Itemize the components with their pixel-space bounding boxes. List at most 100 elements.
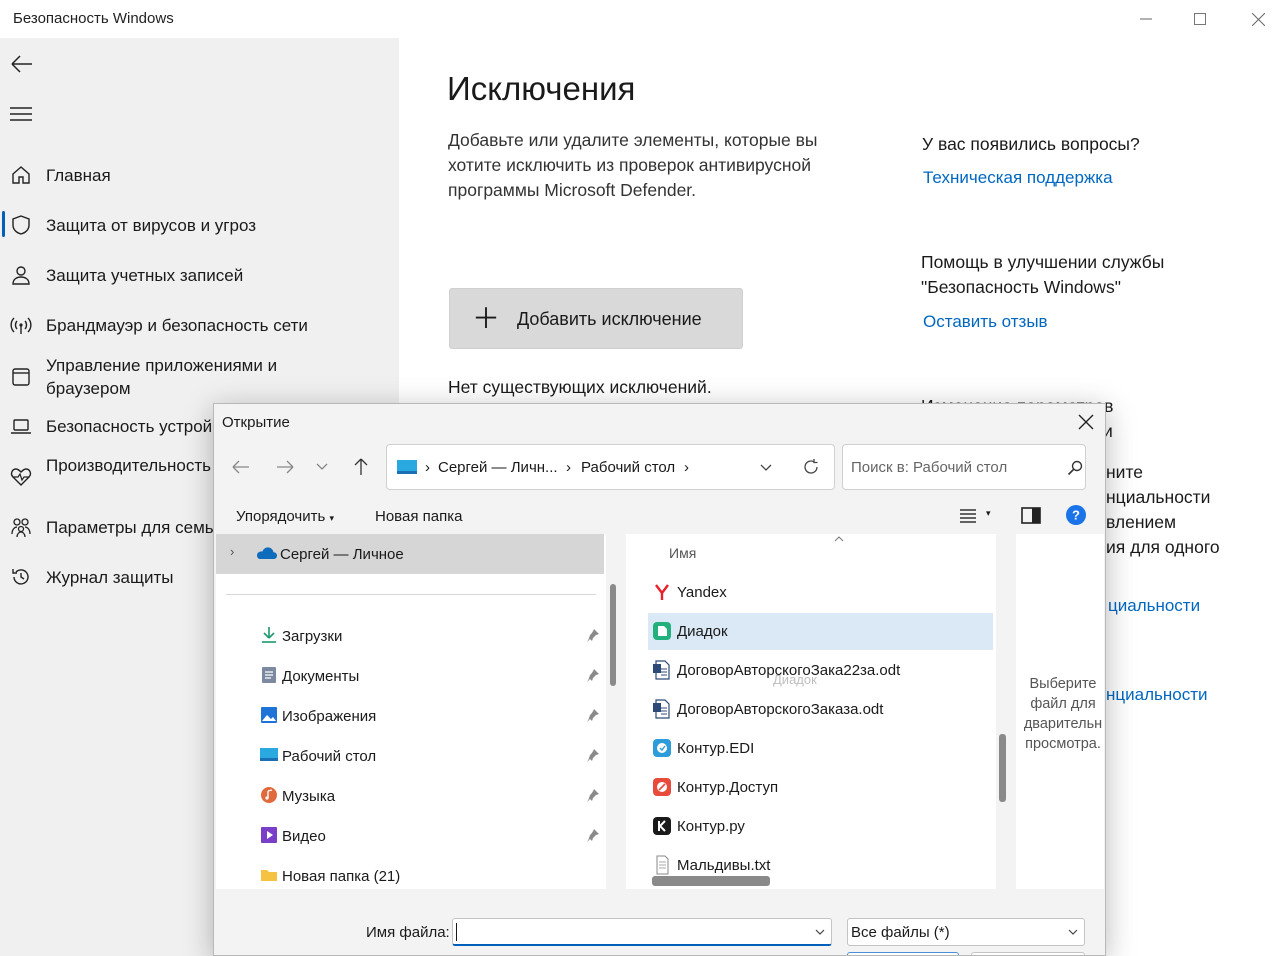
sidebar-item-app-browser-control[interactable]: Управление приложениями и браузером <box>0 352 399 404</box>
menu-button[interactable] <box>10 106 32 122</box>
partial-text: нциальности <box>1106 487 1211 507</box>
nav-item-music[interactable]: Музыка <box>256 780 599 814</box>
text-cursor <box>456 923 457 941</box>
file-item[interactable]: ДоговорАвторскогоЗаказа.odt <box>648 691 993 728</box>
documents-icon <box>262 667 276 683</box>
hamburger-icon <box>10 107 32 121</box>
nav-item-label: Загрузки <box>282 628 343 645</box>
nav-scrollbar[interactable] <box>610 584 616 686</box>
file-list-vertical-scrollbar[interactable] <box>999 734 1006 802</box>
help-icon: ? <box>1066 505 1086 525</box>
questions-heading: У вас появились вопросы? <box>922 134 1140 154</box>
close-icon <box>1078 414 1094 430</box>
preview-pane: Выберите файл для дварительн просмотра. <box>1016 534 1104 889</box>
support-link[interactable]: Техническая поддержка <box>923 168 1113 188</box>
open-button[interactable] <box>847 952 959 955</box>
yandex-icon <box>655 584 669 600</box>
cancel-button[interactable] <box>971 952 1085 955</box>
address-bar[interactable]: › Сергей — Личн... › Рабочий стол › <box>386 444 835 490</box>
sidebar-item-account-protection[interactable]: Защита учетных записей <box>0 253 399 297</box>
help-button[interactable]: ? <box>1065 504 1087 531</box>
search-input[interactable]: Поиск в: Рабочий стол <box>842 444 1086 490</box>
column-header-name[interactable]: Имя <box>669 545 696 561</box>
nav-item-desktop[interactable]: Рабочий стол <box>256 740 599 774</box>
minimize-button[interactable] <box>1128 6 1164 32</box>
caret-down-icon: ▾ <box>329 513 334 523</box>
pin-icon[interactable] <box>586 668 600 682</box>
feedback-link[interactable]: Оставить отзыв <box>923 312 1048 332</box>
file-item[interactable]: Yandex <box>648 574 993 611</box>
maximize-button[interactable] <box>1182 6 1218 32</box>
filetype-select[interactable]: Все файлы (*) <box>847 918 1085 946</box>
nav-item-downloads[interactable]: Загрузки <box>256 620 599 654</box>
maximize-icon <box>1194 13 1206 25</box>
sidebar-item-label: Защита от вирусов и угроз <box>46 216 257 235</box>
file-name: Контур.Доступ <box>677 779 779 796</box>
pin-icon[interactable] <box>586 748 600 762</box>
sidebar-item-firewall[interactable]: Брандмауэр и безопасность сети <box>0 303 399 347</box>
pin-icon[interactable] <box>586 788 600 802</box>
file-item[interactable]: Контур.Доступ <box>648 769 993 806</box>
dialog-close-button[interactable] <box>1074 410 1098 434</box>
partial-text: ните <box>1106 462 1143 482</box>
new-folder-button[interactable]: Новая папка <box>375 508 462 525</box>
app-title: Безопасность Windows <box>13 10 174 27</box>
privacy-link[interactable]: нциальности <box>1106 685 1207 705</box>
pin-icon[interactable] <box>586 828 600 842</box>
caret-down-icon: ▾ <box>986 508 991 518</box>
download-icon <box>262 627 276 643</box>
nav-item-videos[interactable]: Видео <box>256 820 599 854</box>
breadcrumb-onedrive[interactable]: Сергей — Личн... <box>438 459 558 476</box>
file-list-horizontal-scrollbar[interactable] <box>652 876 770 886</box>
pin-icon[interactable] <box>586 628 600 642</box>
chevron-down-icon <box>316 463 328 470</box>
breadcrumb-desktop[interactable]: Рабочий стол <box>581 459 675 476</box>
back-button[interactable] <box>8 52 36 76</box>
pin-icon[interactable] <box>586 708 600 722</box>
file-item[interactable]: Контур.EDI <box>648 730 993 767</box>
chevron-down-icon[interactable] <box>760 464 772 472</box>
filename-input[interactable] <box>452 918 832 946</box>
file-item[interactable]: ДоговорАвторскогоЗака22за.odt <box>648 652 993 689</box>
view-options-button[interactable]: ▾ <box>960 508 991 529</box>
preview-pane-button[interactable] <box>1021 507 1041 529</box>
desktop-icon <box>260 748 278 761</box>
close-button[interactable] <box>1240 6 1276 32</box>
add-exclusion-button[interactable]: ＋ Добавить исключение <box>449 288 743 349</box>
sidebar-item-home[interactable]: Главная <box>0 153 399 197</box>
breadcrumb-separator: › <box>684 459 689 476</box>
file-item[interactable]: Контур.ру <box>648 808 993 845</box>
file-name: Yandex <box>677 584 727 601</box>
file-name: Контур.ру <box>677 818 745 835</box>
organize-menu[interactable]: Упорядочить ▾ <box>236 508 334 525</box>
nav-up-button[interactable] <box>348 454 374 480</box>
file-item[interactable]: Мальдивы.txt <box>648 847 993 875</box>
sidebar-item-label: Управление приложениями и браузером <box>46 356 278 398</box>
close-icon <box>1251 12 1265 26</box>
sidebar-item-virus-protection[interactable]: Защита от вирусов и угроз <box>0 203 399 247</box>
search-icon <box>1067 460 1083 476</box>
arrow-up-icon <box>354 458 368 475</box>
nav-item-label: Изображения <box>282 708 377 725</box>
diadoc-icon <box>653 622 671 640</box>
recent-locations-button[interactable] <box>309 454 335 480</box>
nav-item-onedrive[interactable]: › Сергей — Личное <box>216 534 604 574</box>
chevron-down-icon[interactable] <box>815 929 825 936</box>
nav-forward-button[interactable] <box>272 454 298 480</box>
music-icon <box>261 787 277 803</box>
nav-item-label: Музыка <box>282 788 336 805</box>
nav-item-documents[interactable]: Документы <box>256 660 599 694</box>
preview-message: Выберите файл для дварительн просмотра. <box>1023 676 1103 752</box>
nav-item-new-folder[interactable]: Новая папка (21) <box>256 860 596 894</box>
refresh-icon[interactable] <box>803 459 819 475</box>
page-description: Добавьте или удалите элементы, которые в… <box>448 130 818 200</box>
partial-text: ия для одного <box>1106 537 1220 557</box>
file-item-selected[interactable]: Диадок <box>648 613 993 650</box>
odt-file-icon <box>653 699 670 719</box>
search-placeholder: Поиск в: Рабочий стол <box>851 459 1008 476</box>
privacy-link[interactable]: циальности <box>1108 596 1200 616</box>
nav-item-pictures[interactable]: Изображения <box>256 700 599 734</box>
sort-ascending-icon <box>834 536 844 542</box>
sidebar-item-label: Главная <box>46 166 111 185</box>
nav-back-button[interactable] <box>228 454 254 480</box>
